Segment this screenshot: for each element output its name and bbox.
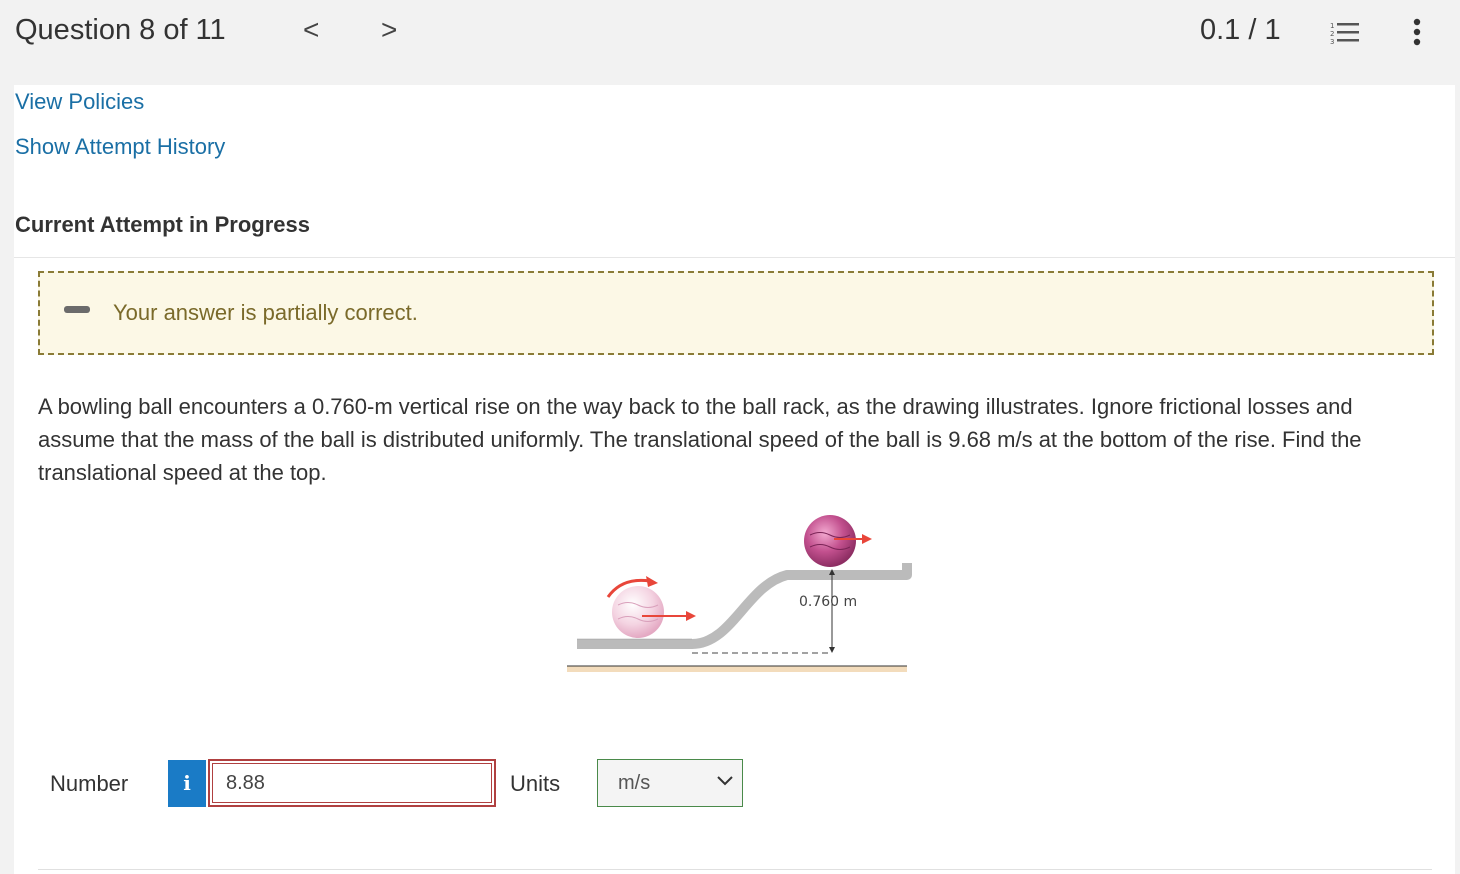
svg-text:3: 3 (1330, 38, 1334, 46)
question-counter: Question 8 of 11 (15, 14, 226, 46)
show-attempt-history-link[interactable]: Show Attempt History (15, 134, 225, 160)
more-vertical-icon[interactable] (1410, 18, 1424, 48)
floor (567, 666, 907, 672)
bowling-ball-figure: 0.760 m (567, 515, 912, 672)
feedback-text: Your answer is partially correct. (113, 300, 418, 325)
feedback-banner: Your answer is partially correct. (38, 271, 1434, 355)
question-panel: View Policies Show Attempt History Curre… (14, 85, 1455, 874)
info-button[interactable]: i (168, 760, 206, 807)
previous-question-button[interactable]: < (303, 14, 319, 46)
top-ball-body (804, 515, 856, 567)
bottom-divider (38, 869, 1432, 870)
svg-text:2: 2 (1330, 30, 1334, 38)
units-dropdown[interactable]: m/s (597, 759, 743, 807)
units-selected-value: m/s (618, 772, 651, 794)
score-display: 0.1 / 1 (1200, 14, 1281, 46)
divider (14, 257, 1455, 258)
number-answer-input[interactable]: 8.88 (208, 759, 496, 807)
partial-correct-icon (64, 306, 90, 313)
chevron-down-icon (717, 776, 733, 786)
height-label: 0.760 m (799, 594, 857, 610)
next-question-button[interactable]: > (381, 14, 397, 46)
question-text: A bowling ball encounters a 0.760-m vert… (38, 394, 1362, 485)
view-policies-link[interactable]: View Policies (15, 89, 144, 115)
attempt-heading: Current Attempt in Progress (15, 212, 311, 237)
bottom-ball (612, 586, 664, 638)
units-label: Units (510, 771, 561, 796)
top-bar: Question 8 of 11 < > 0.1 / 1 1 2 3 (0, 0, 1460, 84)
numbered-list-icon[interactable]: 1 2 3 (1330, 20, 1360, 46)
number-label: Number (50, 771, 129, 796)
svg-text:1: 1 (1330, 22, 1334, 30)
